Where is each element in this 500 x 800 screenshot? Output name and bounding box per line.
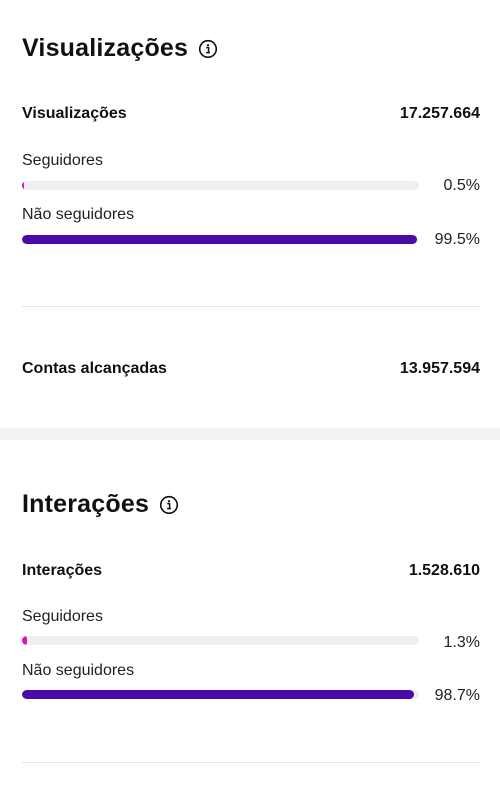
- views-non-followers-bar: [22, 235, 417, 244]
- views-followers-bar-track: [22, 181, 419, 190]
- views-total-label: Visualizações: [22, 105, 127, 122]
- interactions-title: Interações: [22, 490, 150, 518]
- reach-label: Contas alcançadas: [22, 360, 167, 377]
- reach-value: 13.957.594: [399, 360, 480, 377]
- interactions-followers-label: Seguidores: [22, 608, 103, 625]
- interactions-followers-bar-track: [22, 636, 419, 645]
- views-non-followers-label: Não seguidores: [22, 206, 135, 223]
- interactions-non-followers-percent: 98.7%: [434, 687, 480, 704]
- interactions-total-row: Interações 1.528.610: [22, 562, 480, 580]
- interactions-followers-bar: [22, 636, 28, 645]
- interactions-total-label: Interações: [22, 562, 103, 579]
- views-divider: [22, 306, 480, 307]
- interactions-non-followers-bar-track: [22, 690, 419, 699]
- info-icon[interactable]: [198, 39, 218, 59]
- views-followers-label: Seguidores: [22, 152, 103, 169]
- interactions-section: Interações Interações 1.528.610 Seguidor…: [0, 440, 500, 800]
- views-total-row: Visualizações 17.257.664: [22, 105, 480, 123]
- views-total-value: 17.257.664: [399, 105, 480, 122]
- views-followers-bar: [22, 181, 25, 190]
- interactions-non-followers-bar: [22, 690, 414, 699]
- views-header: Visualizações: [22, 34, 218, 63]
- views-followers-percent: 0.5%: [443, 177, 480, 194]
- interactions-followers-percent: 1.3%: [443, 634, 480, 651]
- interactions-divider: [22, 762, 480, 763]
- views-non-followers-bar-track: [22, 235, 419, 244]
- views-non-followers-percent: 99.5%: [434, 231, 480, 248]
- reach-row: Contas alcançadas 13.957.594: [22, 360, 480, 378]
- interactions-non-followers-label: Não seguidores: [22, 662, 135, 679]
- section-separator: [0, 428, 500, 440]
- info-icon[interactable]: [159, 495, 179, 515]
- views-title: Visualizações: [22, 34, 189, 62]
- views-section: Visualizações Visualizações 17.257.664 S…: [0, 0, 500, 428]
- interactions-total-value: 1.528.610: [408, 562, 480, 579]
- interactions-header: Interações: [22, 490, 179, 519]
